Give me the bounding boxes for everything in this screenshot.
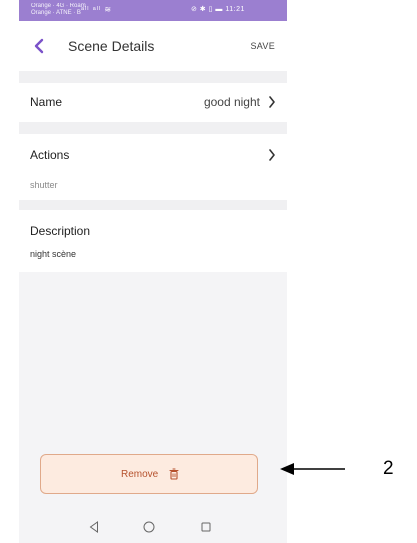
- status-right-icons: ⊘ ✱ ▯ ▬ 11:21: [191, 6, 245, 13]
- actions-row[interactable]: Actions shutter: [19, 134, 287, 200]
- back-chevron-icon[interactable]: [32, 38, 46, 54]
- chevron-right-icon: [269, 149, 275, 161]
- actions-label: Actions: [30, 148, 70, 162]
- save-button[interactable]: SAVE: [250, 41, 275, 51]
- trash-icon: [169, 468, 179, 480]
- callout-number: 2: [383, 458, 394, 479]
- app-header: Scene Details SAVE: [19, 21, 287, 71]
- status-bar: Orange · 4G · Roam Orange · ATNE · B ᵃˡˡ…: [19, 0, 287, 21]
- chevron-right-icon: [269, 96, 275, 108]
- remove-button[interactable]: Remove: [40, 454, 258, 494]
- action-item: shutter: [30, 180, 58, 190]
- divider: [19, 122, 287, 134]
- name-value: good night: [203, 95, 260, 109]
- page: Orange · 4G · Roam Orange · ATNE · B ᵃˡˡ…: [0, 0, 417, 543]
- phone-screen: Orange · 4G · Roam Orange · ATNE · B ᵃˡˡ…: [19, 0, 287, 543]
- nav-back-icon[interactable]: [89, 521, 99, 533]
- page-title: Scene Details: [68, 38, 155, 54]
- carrier-info: Orange · 4G · Roam Orange · ATNE · B: [31, 3, 86, 17]
- carrier-line-2: Orange · ATNE · B: [31, 10, 81, 16]
- system-nav-bar: [19, 513, 287, 543]
- arrow-icon: [280, 463, 345, 475]
- name-label: Name: [30, 95, 63, 109]
- remove-label: Remove: [121, 469, 159, 480]
- description-value: night scène: [30, 249, 77, 259]
- divider: [19, 200, 287, 210]
- description-label: Description: [30, 224, 91, 238]
- divider: [19, 71, 287, 83]
- nav-recent-icon[interactable]: [201, 522, 211, 532]
- description-row[interactable]: Description night scène: [19, 210, 287, 272]
- signal-icons: ᵃˡˡ ᵃˡˡ ≋: [81, 5, 113, 14]
- carrier-line-1: Orange · 4G · Roam: [31, 3, 86, 9]
- nav-home-icon[interactable]: [143, 521, 155, 533]
- name-row[interactable]: Name good night: [19, 83, 287, 122]
